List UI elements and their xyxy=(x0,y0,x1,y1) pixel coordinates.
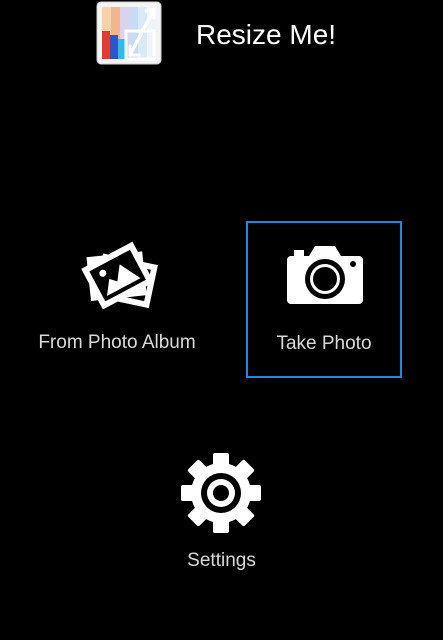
resize-app-logo-icon xyxy=(96,1,162,65)
app-header: Resize Me! xyxy=(0,0,443,70)
photo-stack-icon xyxy=(81,241,158,310)
take-photo-button[interactable]: Take Photo xyxy=(246,221,402,378)
settings-button[interactable]: Settings xyxy=(140,440,303,580)
settings-label: Settings xyxy=(187,550,256,571)
take-photo-label: Take Photo xyxy=(276,333,372,354)
gear-icon xyxy=(181,453,261,533)
app-title: Resize Me! xyxy=(196,19,337,50)
from-photo-album-button[interactable]: From Photo Album xyxy=(30,222,204,376)
camera-icon xyxy=(287,246,363,304)
from-photo-album-label: From Photo Album xyxy=(38,332,196,353)
